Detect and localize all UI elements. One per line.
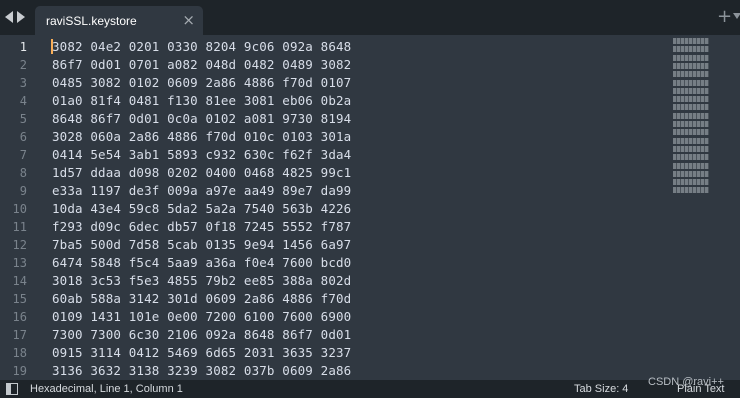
line-number: 15 <box>12 292 27 306</box>
minimap-line <box>673 62 709 69</box>
minimap-line <box>673 154 709 161</box>
tab-bar: raviSSL.keystore × + <box>0 0 740 35</box>
minimap-line <box>673 104 709 111</box>
line-number: 19 <box>12 364 27 378</box>
code-line[interactable]: 60ab 588a 3142 301d 0609 2a86 4886 f70d <box>52 290 351 308</box>
minimap-line <box>673 137 709 144</box>
tab-scroll-right-icon[interactable] <box>17 11 25 23</box>
line-number-gutter: 1 2 3 4 5 6 7 8 9 10 11 12 13 14 15 16 17 18 19 <box>0 35 34 380</box>
watermark-text: CSDN @ravi++ <box>648 376 724 388</box>
minimap-line <box>673 179 709 186</box>
tab-title: raviSSL.keystore <box>46 14 137 28</box>
code-line[interactable]: e33a 1197 de3f 009a a97e aa49 89e7 da99 <box>52 182 351 200</box>
tab-raviSSL-keystore[interactable]: raviSSL.keystore × <box>35 6 203 35</box>
minimap-line <box>673 129 709 136</box>
line-number: 1 <box>19 40 27 54</box>
panel-toggle-icon[interactable] <box>6 383 18 395</box>
editor-area[interactable]: 1 2 3 4 5 6 7 8 9 10 11 12 13 14 15 16 17 18 19 3082 04e2 … <box>0 35 740 380</box>
line-number: 4 <box>19 94 27 108</box>
line-number: 17 <box>12 328 27 342</box>
minimap-line <box>673 112 709 119</box>
line-number: 6 <box>19 130 27 144</box>
minimap-line <box>673 96 709 103</box>
code-line[interactable]: f293 d09c 6dec db57 0f18 7245 5552 f787 <box>52 218 351 236</box>
minimap-line <box>673 145 709 152</box>
code-line[interactable]: 3028 060a 2a86 4886 f70d 010c 0103 301a <box>52 128 351 146</box>
chevron-down-icon[interactable] <box>733 13 740 19</box>
line-number: 3 <box>19 76 27 90</box>
minimap-line <box>673 162 709 169</box>
line-number: 16 <box>12 310 27 324</box>
code-line[interactable]: 10da 43e4 59c8 5da2 5a2a 7540 563b 4226 <box>52 200 351 218</box>
minimap-line <box>673 38 709 44</box>
tab-scroll-left-icon[interactable] <box>5 11 13 23</box>
line-number: 9 <box>19 184 27 198</box>
new-tab-plus-icon[interactable]: + <box>717 6 732 27</box>
code-line[interactable]: 0485 3082 0102 0609 2a86 4886 f70d 0107 <box>52 74 351 92</box>
status-bar: Hexadecimal, Line 1, Column 1 Tab Size: … <box>0 380 740 398</box>
close-icon[interactable]: × <box>182 11 195 29</box>
code-line[interactable]: 0915 3114 0412 5469 6d65 2031 3635 3237 <box>52 344 351 362</box>
minimap-line <box>673 79 709 86</box>
code-line[interactable]: 7300 7300 6c30 2106 092a 8648 86f7 0d01 <box>52 326 351 344</box>
code-line[interactable]: 7ba5 500d 7d58 5cab 0135 9e94 1456 6a97 <box>52 236 351 254</box>
line-number: 8 <box>19 166 27 180</box>
minimap-line <box>673 54 709 61</box>
line-number: 7 <box>19 148 27 162</box>
code-line[interactable]: 01a0 81f4 0481 f130 81ee 3081 eb06 0b2a <box>52 92 351 110</box>
code-line[interactable]: 3018 3c53 f5e3 4855 79b2 ee85 388a 802d <box>52 272 351 290</box>
code-line[interactable]: 1d57 ddaa d098 0202 0400 0468 4825 99c1 <box>52 164 351 182</box>
line-number: 2 <box>19 58 27 72</box>
minimap-line <box>673 170 709 177</box>
code-line[interactable]: 3082 04e2 0201 0330 8204 9c06 092a 8648 <box>52 38 351 56</box>
line-number: 13 <box>12 256 27 270</box>
code-line[interactable]: 86f7 0d01 0701 a082 048d 0482 0489 3082 <box>52 56 351 74</box>
text-cursor <box>51 39 53 54</box>
line-number: 11 <box>12 220 27 234</box>
line-number: 5 <box>19 112 27 126</box>
tab-size-selector[interactable]: Tab Size: 4 <box>574 383 628 395</box>
minimap-line <box>673 121 709 127</box>
line-number: 14 <box>12 274 27 288</box>
code-line[interactable]: 0414 5e54 3ab1 5893 c932 630c f62f 3da4 <box>52 146 351 164</box>
code-line[interactable]: 6474 5848 f5c4 5aa9 a36a f0e4 7600 bcd0 <box>52 254 351 272</box>
line-number: 10 <box>12 202 27 216</box>
minimap-line <box>673 71 709 78</box>
minimap[interactable] <box>673 38 710 196</box>
line-number: 12 <box>12 238 27 252</box>
minimap-line <box>673 187 709 194</box>
cursor-position-status: Hexadecimal, Line 1, Column 1 <box>30 383 183 395</box>
code-line[interactable]: 0109 1431 101e 0e00 7200 6100 7600 6900 <box>52 308 351 326</box>
code-line[interactable]: 8648 86f7 0d01 0c0a 0102 a081 9730 8194 <box>52 110 351 128</box>
minimap-line <box>673 46 709 53</box>
line-number: 18 <box>12 346 27 360</box>
code-line[interactable]: 3136 3632 3138 3239 3082 037b 0609 2a86 <box>52 362 351 380</box>
minimap-line <box>673 87 709 94</box>
